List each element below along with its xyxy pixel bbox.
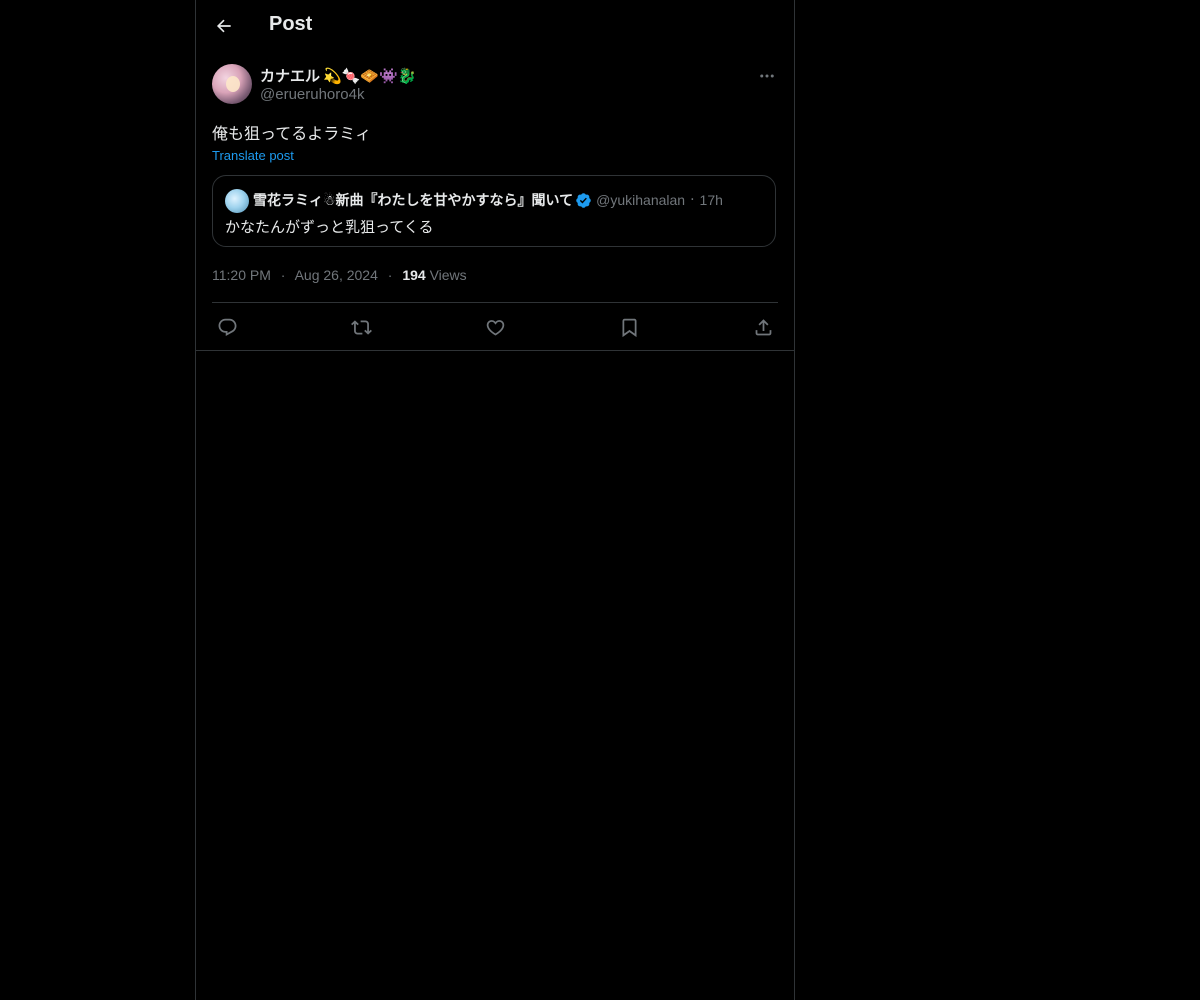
views-label: Views bbox=[429, 267, 467, 283]
post-text: 俺も狙ってるよラミィ bbox=[212, 124, 372, 143]
quoted-author-handle: @yukihanalan bbox=[596, 192, 686, 208]
divider bbox=[196, 350, 794, 351]
author-name-row[interactable]: カナエル 💫🍬🧇👾🐉 bbox=[260, 65, 416, 86]
translate-post-link[interactable]: Translate post bbox=[212, 148, 294, 163]
share-icon bbox=[753, 317, 774, 338]
top-bar: Post bbox=[196, 0, 794, 53]
post-time[interactable]: 11:20 PM bbox=[212, 267, 271, 283]
more-horizontal-icon bbox=[758, 67, 776, 85]
quoted-author-avatar bbox=[225, 189, 249, 213]
author-handle[interactable]: @erueruhoro4k bbox=[260, 86, 364, 103]
share-button[interactable] bbox=[748, 314, 778, 340]
quoted-post-header: 雪花ラミィ☃新曲『わたしを甘やかすなら』聞いて @yukihanalan · 1… bbox=[253, 190, 723, 210]
reply-icon bbox=[217, 317, 238, 338]
more-options-button[interactable] bbox=[756, 66, 778, 86]
post-metadata: 11:20 PM · Aug 26, 2024 · 194 Views bbox=[212, 267, 467, 283]
verified-badge-icon bbox=[575, 192, 592, 209]
divider bbox=[212, 302, 778, 303]
author-name-emojis: 💫🍬🧇👾🐉 bbox=[323, 66, 417, 85]
quoted-post-text: かなたんがずっと乳狙ってくる bbox=[225, 218, 434, 236]
author-avatar[interactable] bbox=[212, 64, 252, 104]
quoted-author-name: 雪花ラミィ☃新曲『わたしを甘やかすなら』聞いて bbox=[253, 193, 574, 209]
repost-button[interactable] bbox=[346, 314, 376, 340]
arrow-left-icon bbox=[214, 16, 234, 36]
separator-dot: · bbox=[387, 267, 393, 283]
reply-button[interactable] bbox=[212, 314, 242, 340]
bookmark-button[interactable] bbox=[614, 314, 644, 340]
quoted-post-time: 17h bbox=[699, 192, 723, 208]
quoted-post[interactable]: 雪花ラミィ☃新曲『わたしを甘やかすなら』聞いて @yukihanalan · 1… bbox=[212, 175, 776, 247]
views-count: 194 bbox=[402, 267, 426, 283]
action-bar bbox=[212, 314, 778, 340]
post-date[interactable]: Aug 26, 2024 bbox=[295, 267, 378, 283]
page-title: Post bbox=[269, 13, 313, 35]
like-button[interactable] bbox=[480, 314, 510, 340]
author-name[interactable]: カナエル bbox=[260, 65, 320, 86]
repost-icon bbox=[350, 317, 372, 338]
separator-dot: · bbox=[280, 267, 286, 283]
back-button[interactable] bbox=[210, 12, 238, 40]
heart-icon bbox=[485, 317, 506, 338]
main-column: Post カナエル 💫🍬🧇👾🐉 @erueruhoro4k 俺も狙ってるよラミィ… bbox=[195, 0, 795, 1000]
separator-dot: · bbox=[690, 192, 695, 208]
bookmark-icon bbox=[619, 317, 640, 338]
